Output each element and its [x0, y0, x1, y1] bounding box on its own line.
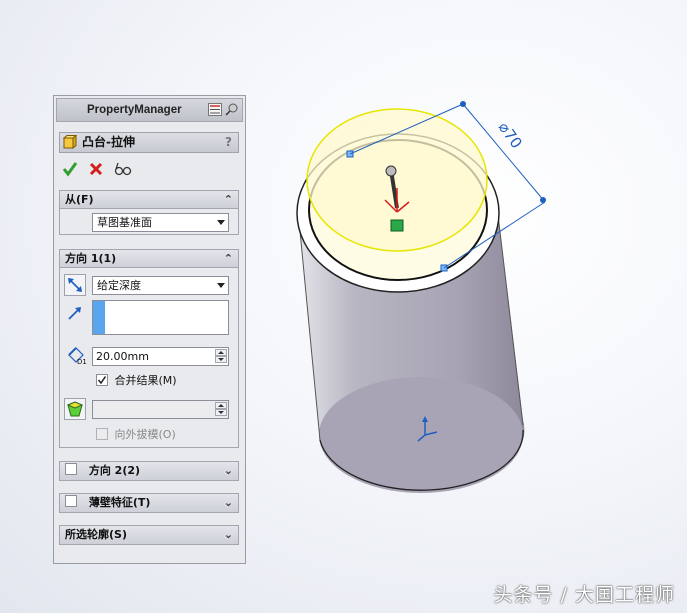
end-condition-value: 给定深度	[97, 279, 141, 292]
from-group-header[interactable]: 从(F) ⌃	[60, 191, 238, 209]
expand-chevron-icon[interactable]: ⌄	[224, 526, 233, 543]
expand-chevron-icon[interactable]: ⌄	[224, 462, 233, 479]
cancel-x-icon[interactable]	[88, 161, 104, 177]
dropdown-arrow-icon	[217, 283, 225, 288]
draft-icon	[66, 401, 84, 417]
collapse-chevron-icon[interactable]: ⌃	[224, 250, 233, 267]
draft-outward-label: 向外拔模(O)	[114, 428, 176, 441]
watermark: 头条号 / 大国工程师	[493, 584, 675, 606]
direction1-group-title: 方向 1(1)	[65, 252, 117, 265]
draft-spinner[interactable]	[215, 402, 227, 417]
start-condition-value: 草图基准面	[97, 216, 152, 229]
selected-contours-group[interactable]: 所选轮廓(S) ⌄	[59, 525, 239, 545]
direction2-checkbox[interactable]	[65, 463, 77, 475]
expand-chevron-icon[interactable]: ⌄	[224, 494, 233, 511]
thin-feature-group-title: 薄壁特征(T)	[88, 496, 151, 509]
expand-tree-icon[interactable]	[208, 103, 222, 116]
feature-name: 凸台-拉伸	[82, 135, 135, 149]
draft-angle-input[interactable]	[92, 400, 229, 419]
thin-feature-checkbox[interactable]	[65, 495, 77, 507]
depth-input[interactable]: 20.00mm	[92, 347, 229, 366]
graphics-viewport[interactable]: ⌀70	[260, 90, 560, 510]
direction1-group: 方向 1(1) ⌃ 给定深度 D1 20.00mm 合并结果(M) 向外拔模(O…	[59, 249, 239, 448]
action-buttons	[62, 159, 132, 179]
direction2-group-header[interactable]: 方向 2(2) ⌄	[60, 462, 238, 480]
draft-on-off-button[interactable]	[64, 398, 86, 420]
collapse-chevron-icon[interactable]: ⌃	[224, 191, 233, 208]
triad-center-icon	[390, 219, 404, 232]
merge-result-label: 合并结果(M)	[114, 374, 177, 387]
boss-extrude-icon	[63, 135, 77, 149]
ok-checkmark-icon[interactable]	[62, 161, 78, 177]
spin-down-icon[interactable]	[215, 409, 227, 416]
draft-outward-checkbox[interactable]: 向外拔模(O)	[96, 428, 176, 441]
selected-contours-group-header[interactable]: 所选轮廓(S) ⌄	[60, 526, 238, 544]
direction2-group[interactable]: 方向 2(2) ⌄	[59, 461, 239, 481]
start-condition-select[interactable]: 草图基准面	[92, 213, 229, 232]
cylinder-bottom-edge	[319, 377, 523, 493]
direction-selection-box[interactable]	[92, 300, 229, 335]
thin-feature-group[interactable]: 薄壁特征(T) ⌄	[59, 493, 239, 513]
checkmark-icon	[97, 376, 107, 385]
svg-text:D1: D1	[77, 358, 87, 365]
property-manager-panel: PropertyManager 凸台-拉伸 ? 从(F) ⌃ 草图基准面 方向 …	[53, 95, 246, 564]
property-manager-title-bar: PropertyManager	[56, 98, 243, 122]
merge-result-checkbox[interactable]: 合并结果(M)	[96, 374, 177, 387]
pin-icon[interactable]	[225, 103, 239, 116]
spin-up-icon[interactable]	[215, 349, 227, 356]
reverse-direction-icon	[68, 278, 82, 292]
direction2-group-title: 方向 2(2)	[88, 464, 141, 477]
reverse-direction-button[interactable]	[64, 274, 86, 296]
merge-result-box[interactable]	[96, 374, 108, 386]
from-group-title: 从(F)	[65, 193, 94, 206]
from-group: 从(F) ⌃ 草图基准面	[59, 190, 239, 235]
depth-dimension-icon: D1	[68, 347, 87, 365]
help-button[interactable]: ?	[225, 133, 232, 152]
thin-feature-group-header[interactable]: 薄壁特征(T) ⌄	[60, 494, 238, 512]
selected-contours-group-title: 所选轮廓(S)	[65, 528, 127, 541]
end-condition-select[interactable]: 给定深度	[92, 276, 229, 295]
property-manager-title: PropertyManager	[87, 104, 182, 116]
direction-of-extrusion-icon	[68, 307, 81, 320]
spin-up-icon[interactable]	[215, 402, 227, 409]
spin-down-icon[interactable]	[215, 356, 227, 363]
dropdown-arrow-icon	[217, 220, 225, 225]
depth-value: 20.00mm	[96, 350, 149, 363]
direction1-group-header[interactable]: 方向 1(1) ⌃	[60, 250, 238, 268]
feature-header: 凸台-拉伸 ?	[59, 132, 239, 153]
detailed-preview-glasses-icon[interactable]	[114, 161, 132, 177]
selection-box-highlight	[93, 301, 105, 334]
depth-spinner[interactable]	[215, 349, 227, 364]
draft-outward-box[interactable]	[96, 428, 108, 440]
